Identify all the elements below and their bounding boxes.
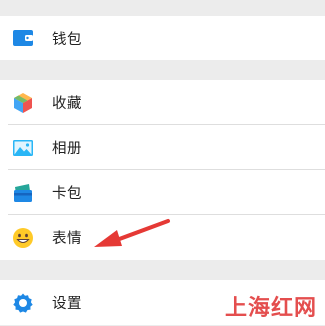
smiley-icon: [12, 227, 34, 249]
menu-item-label: 钱包: [52, 31, 82, 48]
menu-item-label: 设置: [52, 296, 82, 312]
watermark: 上海红网: [224, 296, 317, 321]
menu-item-cards[interactable]: 卡包: [0, 170, 325, 215]
menu-item-label: 卡包: [52, 186, 82, 202]
section-spacer: [0, 0, 325, 16]
menu-item-album[interactable]: 相册: [0, 125, 325, 170]
gear-icon: [12, 292, 34, 314]
menu-item-favorites[interactable]: 收藏: [0, 80, 325, 125]
menu-item-stickers[interactable]: 表情: [0, 215, 325, 260]
wallet-group: 钱包: [0, 16, 325, 60]
card-holder-icon: [12, 182, 34, 204]
menu-item-label: 相册: [52, 141, 82, 157]
menu-item-label: 表情: [52, 231, 82, 247]
collections-group: 收藏 相册 卡包 表情: [0, 80, 325, 260]
favorites-cube-icon: [12, 92, 34, 114]
section-spacer: [0, 260, 325, 280]
wallet-icon: [12, 27, 34, 49]
menu-item-wallet[interactable]: 钱包: [0, 16, 325, 60]
photo-icon: [12, 137, 34, 159]
settings-menu: 钱包 收藏 相册 卡包 表情 设置: [0, 0, 325, 325]
section-spacer: [0, 60, 325, 80]
menu-item-label: 收藏: [52, 96, 82, 112]
